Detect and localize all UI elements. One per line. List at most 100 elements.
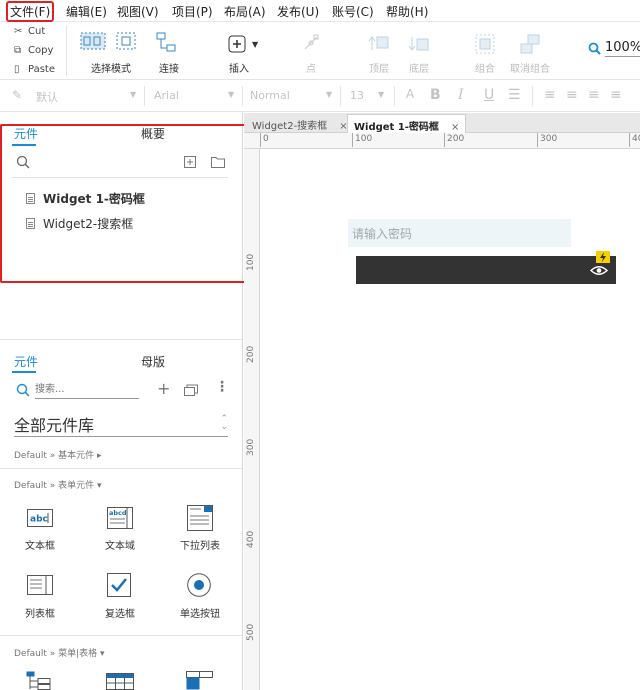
widget-checkbox[interactable]: 复选框 bbox=[90, 571, 150, 621]
format-divider bbox=[532, 86, 533, 106]
menu-project[interactable]: 项目(P) bbox=[172, 3, 213, 20]
ruler-tick: 500 bbox=[246, 623, 256, 641]
tab-masters[interactable]: 母版 bbox=[141, 353, 165, 370]
widget-dropdown[interactable]: 下拉列表 bbox=[170, 503, 230, 553]
password-input-widget[interactable]: 请输入密码 bbox=[348, 219, 571, 247]
chevron-down-icon: ▼ bbox=[130, 90, 137, 99]
format-divider bbox=[394, 86, 395, 106]
font-select[interactable]: Arial bbox=[154, 89, 179, 102]
library-select[interactable]: 全部元件库 ⌃ ⌄ bbox=[14, 411, 228, 437]
tree-menu-icon[interactable] bbox=[26, 669, 52, 690]
ruler-tick: 100 bbox=[352, 133, 372, 147]
ungroup-button[interactable]: 取消组合 bbox=[510, 26, 550, 76]
table-icon[interactable] bbox=[106, 673, 134, 690]
paste-button[interactable]: ▯ Paste bbox=[14, 64, 55, 75]
style-paint-icon: ✎ bbox=[12, 88, 23, 102]
ungroup-icon bbox=[520, 34, 540, 54]
svg-text:abcd: abcd bbox=[109, 509, 127, 517]
checkbox-icon bbox=[107, 573, 131, 597]
section-divider bbox=[0, 635, 242, 636]
section-divider bbox=[0, 468, 242, 469]
section-menu-table[interactable]: Default » 菜单|表格 ▾ bbox=[14, 646, 105, 659]
tab-widgets[interactable]: 元件 bbox=[14, 353, 38, 370]
toolbar-divider bbox=[66, 26, 67, 76]
widget-search-input[interactable] bbox=[35, 381, 139, 399]
menu-view[interactable]: 视图(V) bbox=[117, 3, 159, 20]
scissors-icon: ✂ bbox=[14, 26, 23, 37]
chevron-down-icon: ▼ bbox=[228, 90, 235, 99]
insert-button[interactable]: ▼ 插入 bbox=[220, 26, 264, 76]
dropdown-icon bbox=[187, 505, 213, 531]
menu-icon[interactable] bbox=[186, 671, 214, 690]
search-icon bbox=[16, 383, 30, 397]
font-weight-select[interactable]: Normal bbox=[250, 89, 290, 102]
ruler-tick: 200 bbox=[246, 345, 256, 363]
text-area-icon: abcd bbox=[107, 507, 133, 529]
send-to-back-button[interactable]: 底层 bbox=[402, 26, 436, 76]
menu-help[interactable]: 帮助(H) bbox=[386, 3, 428, 20]
left-panel: 元件 概要 Widget 1-密码框 Widget2-搜索框 元件 母版 + ⋮… bbox=[0, 113, 248, 690]
lightning-icon bbox=[600, 252, 606, 262]
menu-file[interactable]: 文件(F) bbox=[6, 1, 55, 22]
align-left-icon[interactable]: ≡ bbox=[544, 87, 556, 103]
font-size-select[interactable]: 13 bbox=[350, 89, 364, 102]
widget-text-area[interactable]: abcd 文本域 bbox=[90, 503, 150, 553]
chevron-down-icon: ▼ bbox=[252, 40, 259, 49]
ruler-tick: 40 bbox=[629, 133, 640, 147]
clipboard-icon: ▯ bbox=[14, 64, 20, 75]
widget-list-box[interactable]: 列表框 bbox=[10, 571, 70, 621]
radio-button-icon bbox=[187, 573, 211, 597]
ruler-tick: 100 bbox=[246, 253, 256, 271]
font-color-icon[interactable]: A bbox=[406, 87, 414, 101]
more-options-icon[interactable]: ⋮ bbox=[215, 379, 229, 395]
dark-bar-widget[interactable] bbox=[356, 256, 616, 284]
library-manage-icon[interactable] bbox=[184, 384, 198, 396]
menu-layout[interactable]: 布局(A) bbox=[224, 3, 266, 20]
doc-tab-widget1[interactable]: Widget 1-密码框 × bbox=[347, 114, 467, 133]
interaction-badge[interactable] bbox=[596, 251, 610, 263]
italic-icon[interactable]: I bbox=[458, 87, 464, 103]
format-divider bbox=[144, 86, 145, 106]
design-canvas[interactable]: 请输入密码 bbox=[260, 149, 640, 690]
align-center-icon[interactable]: ≡ bbox=[566, 87, 578, 103]
list-box-icon bbox=[27, 575, 53, 595]
connect-button[interactable]: 连接 bbox=[146, 26, 190, 76]
section-form[interactable]: Default » 表单元件 ▾ bbox=[14, 478, 102, 491]
widget-text-field[interactable]: abc 文本框 bbox=[10, 503, 70, 553]
cut-button[interactable]: ✂ Cut bbox=[14, 26, 45, 37]
document-tab-bar: Widget2-搜索框 × Widget 1-密码框 × bbox=[244, 113, 640, 133]
bring-to-front-icon bbox=[368, 36, 389, 50]
zoom-control[interactable]: 100% bbox=[586, 38, 640, 60]
ruler-tick: 0 bbox=[260, 133, 269, 147]
close-icon[interactable]: × bbox=[451, 122, 459, 133]
widget-radio[interactable]: 单选按钮 bbox=[170, 571, 230, 621]
bullet-list-icon[interactable]: ☰ bbox=[508, 87, 521, 103]
main-toolbar: ✂ Cut ⧉ Copy ▯ Paste 选择模式 连接 ▼ 插入 点 顶层 底… bbox=[0, 22, 640, 80]
connector-icon bbox=[156, 32, 176, 52]
ruler-horizontal: 0 100 200 300 40 bbox=[244, 133, 640, 149]
ruler-vertical: 100 200 300 400 500 bbox=[244, 149, 260, 690]
underline-icon[interactable]: U bbox=[484, 87, 494, 103]
align-right-icon[interactable]: ≡ bbox=[588, 87, 600, 103]
point-edit-icon bbox=[304, 34, 319, 50]
style-select[interactable]: 默认 bbox=[36, 89, 58, 105]
menu-bar: 文件(F) 编辑(E) 视图(V) 项目(P) 布局(A) 发布(U) 账号(C… bbox=[0, 0, 640, 22]
menu-account[interactable]: 账号(C) bbox=[332, 3, 374, 20]
zoom-value: 100% bbox=[605, 40, 640, 57]
section-basic[interactable]: Default » 基本元件 ▸ bbox=[14, 448, 102, 461]
menu-publish[interactable]: 发布(U) bbox=[277, 3, 319, 20]
format-bar: ✎ 默认 ▼ Arial ▼ Normal ▼ 13 ▼ A B I U ☰ ≡… bbox=[0, 80, 640, 112]
add-library-icon[interactable]: + bbox=[157, 379, 170, 398]
zoom-icon bbox=[588, 42, 601, 55]
copy-button[interactable]: ⧉ Copy bbox=[14, 45, 53, 56]
ruler-tick: 400 bbox=[246, 530, 256, 548]
format-divider bbox=[340, 86, 341, 106]
eye-icon bbox=[590, 266, 608, 275]
align-justify-icon[interactable]: ≡ bbox=[610, 87, 622, 103]
select-contain-icon bbox=[116, 32, 136, 50]
point-button[interactable]: 点 bbox=[296, 26, 326, 76]
bold-icon[interactable]: B bbox=[430, 87, 441, 103]
plus-box-icon bbox=[228, 35, 246, 53]
menu-edit[interactable]: 编辑(E) bbox=[66, 3, 107, 20]
doc-tab-widget2[interactable]: Widget2-搜索框 × bbox=[246, 114, 354, 133]
